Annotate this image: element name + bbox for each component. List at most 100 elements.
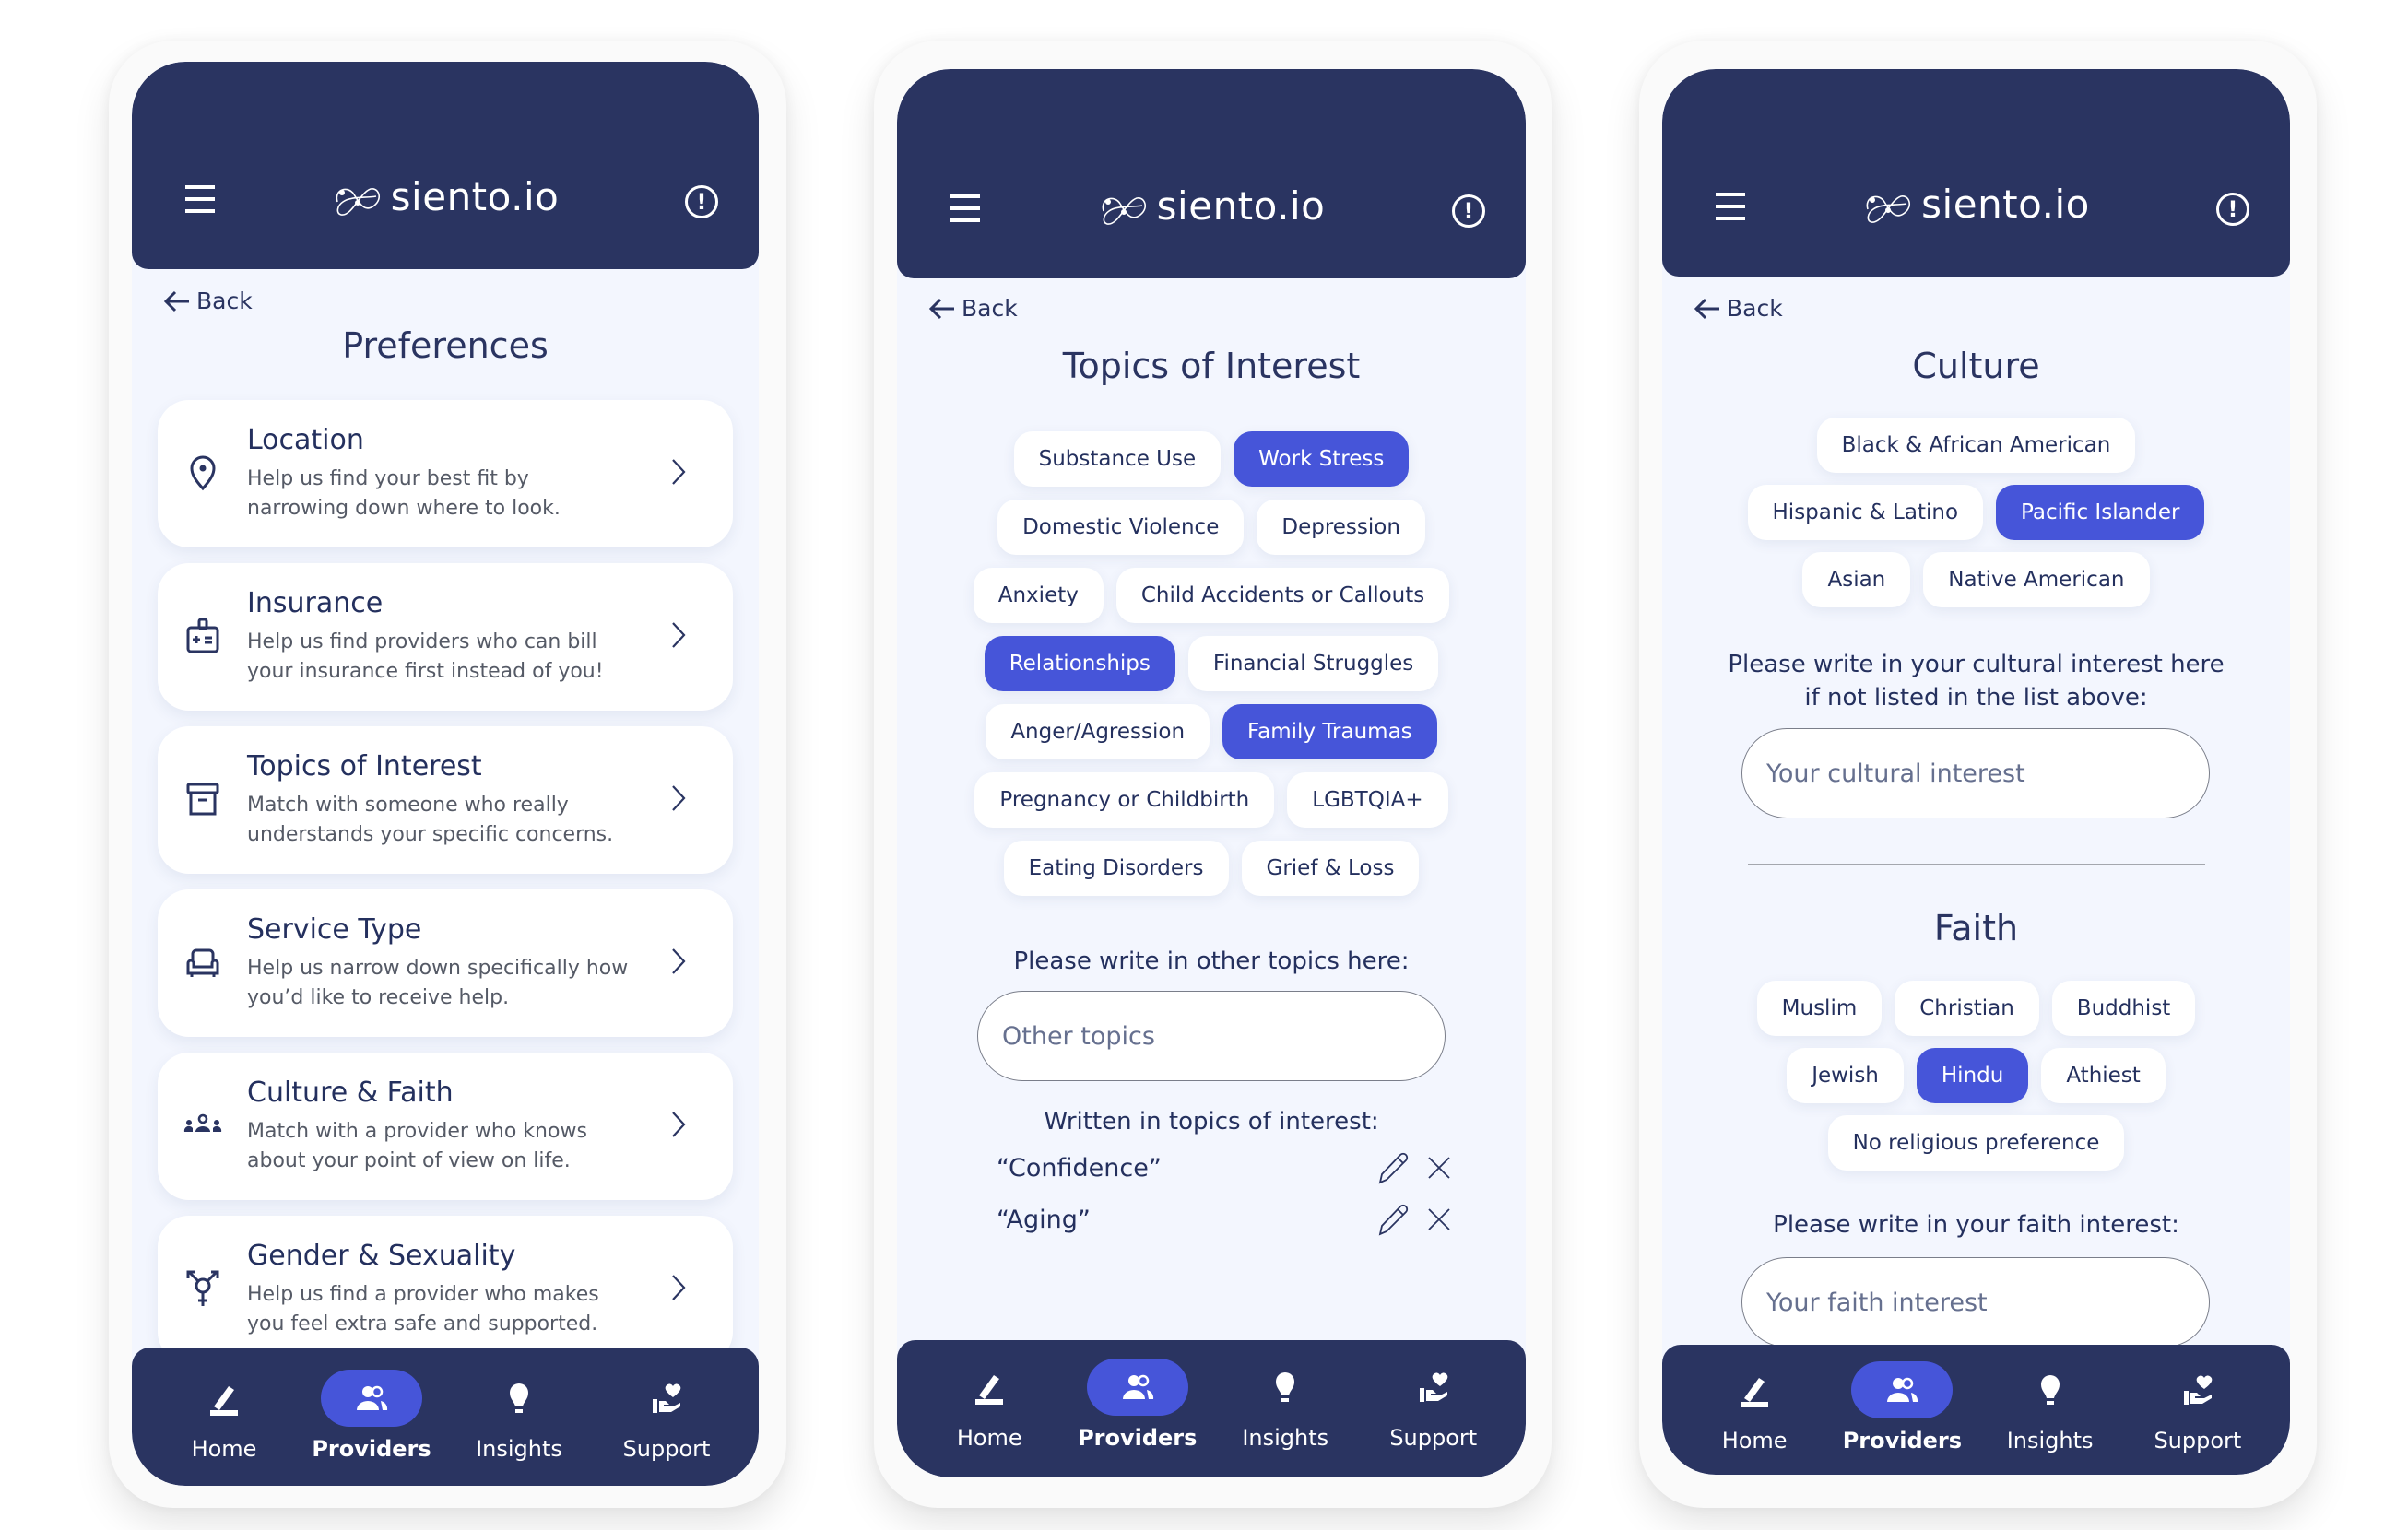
chip-eating-disorders[interactable]: Eating Disorders [1003,841,1229,896]
chip-buddhist[interactable]: Buddhist [2051,981,2196,1036]
chip-work-stress[interactable]: Work Stress [1234,431,1410,487]
users-icon [1887,1377,1918,1402]
nav-providers[interactable]: Providers [302,1370,441,1486]
chip-depression[interactable]: Depression [1257,500,1425,555]
nav-providers[interactable]: Providers [1068,1359,1207,1477]
card-description: Help us find your best fit by narrowing … [247,467,561,520]
back-button[interactable]: Back [163,288,253,314]
chip-financial-struggles[interactable]: Financial Struggles [1187,636,1439,691]
chevron-right-icon [672,1112,686,1137]
chip-row: No religious preference [1662,1115,2290,1171]
nav-label: Support [622,1436,711,1462]
remove-x-icon[interactable] [1421,1201,1458,1238]
culture-title: Culture [1912,346,2040,386]
nav-insights[interactable]: Insights [450,1370,588,1486]
chip-asian[interactable]: Asian [1802,552,1911,607]
nav-insights[interactable]: Insights [1981,1361,2119,1475]
brand-logo: siento.io [897,183,1526,229]
pref-card-topics[interactable]: Topics of Interest Match with someone wh… [158,726,733,874]
chip-hispanic-latino[interactable]: Hispanic & Latino [1747,485,1984,540]
written-topics-label: Written in topics of interest: [1044,1108,1379,1136]
nav-insights[interactable]: Insights [1216,1359,1354,1477]
pref-card-insurance[interactable]: Insurance Help us find providers who can… [158,563,733,711]
lightbulb-icon [1276,1372,1295,1402]
users-icon [357,1385,388,1410]
chip-jewish[interactable]: Jewish [1787,1048,1904,1103]
nav-providers[interactable]: Providers [1833,1361,1971,1475]
brand-name: siento.io [390,174,560,219]
brand-name: siento.io [1921,182,2090,227]
arrow-left-icon [163,290,189,312]
pref-card-location[interactable]: Location Help us find your best fit by n… [158,400,733,547]
culture-chip-group: Black & African American Hispanic & Latin… [1662,418,2290,619]
siento-logo-icon [1866,194,1911,223]
chip-family-traumas[interactable]: Family Traumas [1222,704,1437,759]
faith-interest-input[interactable] [1741,1257,2210,1348]
chip-pregnancy-or-childbirth[interactable]: Pregnancy or Childbirth [974,772,1275,828]
chip-relationships[interactable]: Relationships [984,636,1175,691]
chip-anxiety[interactable]: Anxiety [973,568,1104,623]
edit-pencil-icon[interactable] [1375,1201,1411,1238]
remove-x-icon[interactable] [1421,1149,1458,1186]
arrow-left-icon [1694,298,1719,319]
couch-icon [186,948,219,977]
pref-card-culture-faith[interactable]: Culture & Faith Match with a provider wh… [158,1053,733,1200]
nav-label: Providers [1842,1428,1963,1454]
chip-row: Muslim Christian Buddhist [1662,981,2290,1036]
back-label: Back [962,295,1018,322]
app-header: siento.io ! [1662,69,2290,277]
faith-write-in-label: Please write in your faith interest: [1773,1211,2179,1239]
back-button[interactable]: Back [1694,295,1783,322]
map-pin-icon [190,455,216,491]
card-title: Topics of Interest [247,750,482,783]
chip-hindu[interactable]: Hindu [1916,1048,2029,1103]
chip-athiest[interactable]: Athiest [2041,1048,2166,1103]
chip-lgbtqia[interactable]: LGBTQIA+ [1287,772,1448,828]
section-divider [1748,864,2205,865]
culture-write-in-label-1: Please write in your cultural interest h… [1728,651,2225,678]
chip-no-religious-preference[interactable]: No religious preference [1827,1115,2125,1171]
nav-support[interactable]: Support [1364,1359,1503,1477]
chip-child-accidents-or-callouts[interactable]: Child Accidents or Callouts [1115,568,1450,623]
nav-label: Providers [312,1436,431,1462]
chip-black-african-american[interactable]: Black & African American [1816,418,2136,473]
pref-card-gender-sexuality[interactable]: Gender & Sexuality Help us find a provid… [158,1216,733,1363]
chip-muslim[interactable]: Muslim [1756,981,1883,1036]
nav-home[interactable]: Home [155,1370,293,1486]
edit-pencil-icon[interactable] [1375,1149,1411,1186]
nav-support[interactable]: Support [597,1370,736,1486]
chip-domestic-violence[interactable]: Domestic Violence [997,500,1245,555]
card-title: Service Type [247,913,422,946]
hand-heart-icon [653,1383,681,1413]
nav-home[interactable]: Home [920,1359,1058,1477]
nav-home[interactable]: Home [1685,1361,1824,1475]
nav-support[interactable]: Support [2129,1361,2267,1475]
chip-substance-use[interactable]: Substance Use [1013,431,1222,487]
preferences-screen: siento.io ! Back Preferences Location He… [132,62,759,1486]
chip-row: Hispanic & Latino Pacific Islander [1662,485,2290,540]
chip-native-american[interactable]: Native American [1923,552,2150,607]
archive-box-icon [186,783,219,816]
back-label: Back [1727,295,1783,322]
alert-icon[interactable]: ! [1452,194,1485,228]
chip-pacific-islander[interactable]: Pacific Islander [1996,485,2205,540]
nav-label: Home [956,1425,1022,1451]
chip-anger-agression[interactable]: Anger/Agression [986,704,1210,759]
faith-title: Faith [1933,908,2019,948]
cultural-interest-input[interactable] [1741,728,2210,818]
alert-icon[interactable]: ! [685,185,718,218]
written-topic-text: “Aging” [997,1205,1091,1234]
chip-row: Anger/Agression Family Traumas [897,704,1526,759]
written-topic-text: “Confidence” [997,1153,1162,1183]
back-button[interactable]: Back [928,295,1018,322]
hand-heart-icon [1419,1372,1448,1402]
chip-christian[interactable]: Christian [1895,981,2039,1036]
bottom-nav: Home Providers Insights Support [132,1348,759,1486]
chip-grief-loss[interactable]: Grief & Loss [1241,841,1420,896]
app-header: siento.io ! [132,62,759,269]
alert-icon[interactable]: ! [2216,193,2249,226]
lightbulb-icon [2040,1375,2060,1405]
culture-faith-screen: siento.io ! Back Culture Black & African… [1662,69,2290,1475]
pref-card-service-type[interactable]: Service Type Help us narrow down specifi… [158,889,733,1037]
other-topics-input[interactable] [977,991,1446,1081]
